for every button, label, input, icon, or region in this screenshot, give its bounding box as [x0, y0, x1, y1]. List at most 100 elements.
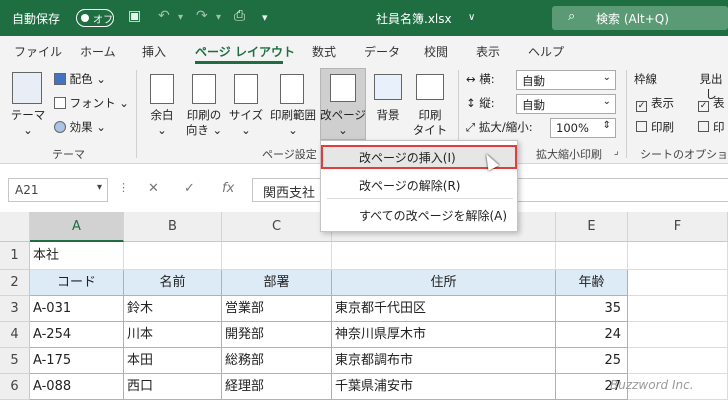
headings-print-checkbox[interactable]: 印 — [698, 120, 725, 135]
print-area-button[interactable]: 印刷範囲 ⌄ — [266, 108, 320, 138]
cell-a2[interactable]: コード — [30, 270, 124, 296]
enter-icon[interactable]: ✓ — [184, 181, 195, 196]
column-header-a[interactable]: A — [30, 212, 124, 242]
insert-function-icon[interactable]: fx — [222, 181, 234, 196]
background-button[interactable]: 背景 — [368, 108, 408, 123]
gridlines-print-checkbox[interactable]: 印刷 — [636, 120, 674, 135]
column-header-e[interactable]: E — [556, 212, 628, 242]
cell-f1[interactable] — [628, 242, 728, 270]
scale-launcher-icon[interactable]: ⌟ — [614, 146, 619, 157]
menu-item-remove-page-break[interactable]: 改ページの解除(R) — [321, 173, 517, 197]
cell-d5[interactable]: 東京都調布市 — [332, 348, 556, 374]
margins-button[interactable]: 余白 ⌄ — [142, 108, 182, 138]
cell-b5[interactable]: 本田 — [124, 348, 222, 374]
cell-b6[interactable]: 西口 — [124, 374, 222, 400]
tab-help[interactable]: ヘルプ — [528, 43, 564, 60]
cell-b4[interactable]: 川本 — [124, 322, 222, 348]
cell-f5[interactable] — [628, 348, 728, 374]
effects-button[interactable]: 効果 ⌄ — [54, 120, 106, 135]
cell-a5[interactable]: A-175 — [30, 348, 124, 374]
cell-f3[interactable] — [628, 296, 728, 322]
cell-e1[interactable] — [556, 242, 628, 270]
tab-insert[interactable]: 挿入 — [142, 43, 166, 60]
customize-qat-icon[interactable]: ▾ — [262, 11, 268, 24]
group-page-setup-label: ページ設定 — [262, 148, 317, 161]
cell-d2[interactable]: 住所 — [332, 270, 556, 296]
spinner-icon: ⇕ — [602, 120, 611, 131]
cell-c1[interactable] — [222, 242, 332, 270]
row-header-3[interactable]: 3 — [0, 296, 30, 322]
column-header-c[interactable]: C — [222, 212, 332, 242]
width-value: 自動 — [522, 74, 545, 88]
cell-d3[interactable]: 東京都千代田区 — [332, 296, 556, 322]
cell-d4[interactable]: 神奈川県厚木市 — [332, 322, 556, 348]
cell-d1[interactable] — [332, 242, 556, 270]
chevron-down-icon: ▾ — [96, 182, 102, 193]
redo-icon[interactable]: ↷ — [196, 8, 208, 24]
row-header-5[interactable]: 5 — [0, 348, 30, 374]
title-chevron-icon[interactable]: ∨ — [468, 12, 475, 23]
effects-label: 効果 — [69, 120, 93, 134]
row-header-1[interactable]: 1 — [0, 242, 30, 270]
scale-spinner[interactable]: 100% ⇕ — [550, 118, 616, 138]
headings-view-checkbox[interactable]: ✓ 表 — [698, 96, 725, 112]
search-box[interactable]: ⌕ 検索 (Alt+Q) — [552, 6, 728, 30]
cell-a1[interactable]: 本社 — [30, 242, 124, 270]
cell-f2[interactable] — [628, 270, 728, 296]
fonts-button[interactable]: フォント ⌄ — [54, 96, 129, 111]
cell-b2[interactable]: 名前 — [124, 270, 222, 296]
cell-a6[interactable]: A-088 — [30, 374, 124, 400]
cell-c5[interactable]: 総務部 — [222, 348, 332, 374]
background-label: 背景 — [376, 108, 400, 122]
cell-c2[interactable]: 部署 — [222, 270, 332, 296]
cancel-icon[interactable]: ✕ — [148, 181, 159, 196]
tab-formulas[interactable]: 数式 — [312, 43, 336, 60]
cell-c3[interactable]: 営業部 — [222, 296, 332, 322]
autosave-toggle[interactable]: オフ — [76, 9, 114, 27]
width-dropdown[interactable]: 自動 ⌄ — [516, 70, 616, 90]
effects-icon — [54, 121, 66, 133]
tab-review[interactable]: 校閲 — [424, 43, 448, 60]
undo-icon[interactable]: ↶ — [158, 8, 170, 24]
redo-dropdown-icon[interactable]: ▾ — [216, 12, 221, 23]
cell-c6[interactable]: 経理部 — [222, 374, 332, 400]
checkbox-checked-icon: ✓ — [636, 101, 647, 112]
cell-e3[interactable]: 35 — [556, 296, 628, 322]
quick-print-icon[interactable]: ⎙ — [234, 8, 245, 24]
themes-button[interactable]: テーマ ⌄ — [8, 108, 48, 138]
watermark: Buzzword Inc. — [610, 378, 694, 392]
cell-b3[interactable]: 鈴木 — [124, 296, 222, 322]
tab-page-layout[interactable]: ページ レイアウト — [195, 43, 295, 60]
name-box[interactable]: A21 ▾ — [8, 178, 108, 202]
orientation-button[interactable]: 印刷の 向き ⌄ — [182, 108, 226, 138]
breaks-label: 改ページ — [320, 108, 366, 122]
save-icon[interactable]: ▣ — [128, 8, 141, 24]
gridlines-view-checkbox[interactable]: ✓ 表示 — [636, 96, 674, 112]
cell-d6[interactable]: 千葉県浦安市 — [332, 374, 556, 400]
title-bar: 自動保存 オフ ▣ ↶ ▾ ↷ ▾ ⎙ ▾ 社員名簿.xlsx ∨ ⌕ 検索 (… — [0, 0, 728, 36]
cell-c4[interactable]: 開発部 — [222, 322, 332, 348]
column-header-f[interactable]: F — [628, 212, 728, 242]
tab-view[interactable]: 表示 — [476, 43, 500, 60]
breaks-button[interactable]: 改ページ ⌄ — [320, 108, 366, 138]
cell-a3[interactable]: A-031 — [30, 296, 124, 322]
row-header-2[interactable]: 2 — [0, 270, 30, 296]
row-header-4[interactable]: 4 — [0, 322, 30, 348]
cell-e5[interactable]: 25 — [556, 348, 628, 374]
tab-home[interactable]: ホーム — [80, 43, 116, 60]
cell-e4[interactable]: 24 — [556, 322, 628, 348]
size-button[interactable]: サイズ ⌄ — [226, 108, 266, 138]
undo-dropdown-icon[interactable]: ▾ — [178, 12, 183, 23]
tab-file[interactable]: ファイル — [14, 43, 62, 60]
tab-data[interactable]: データ — [364, 43, 400, 60]
cell-a4[interactable]: A-254 — [30, 322, 124, 348]
menu-item-reset-all-page-breaks[interactable]: すべての改ページを解除(A) — [321, 203, 517, 227]
select-all-corner[interactable] — [0, 212, 30, 242]
row-header-6[interactable]: 6 — [0, 374, 30, 400]
cell-e2[interactable]: 年齢 — [556, 270, 628, 296]
colors-button[interactable]: 配色 ⌄ — [54, 72, 106, 87]
cell-b1[interactable] — [124, 242, 222, 270]
column-header-b[interactable]: B — [124, 212, 222, 242]
height-dropdown[interactable]: 自動 ⌄ — [516, 94, 616, 114]
cell-f4[interactable] — [628, 322, 728, 348]
